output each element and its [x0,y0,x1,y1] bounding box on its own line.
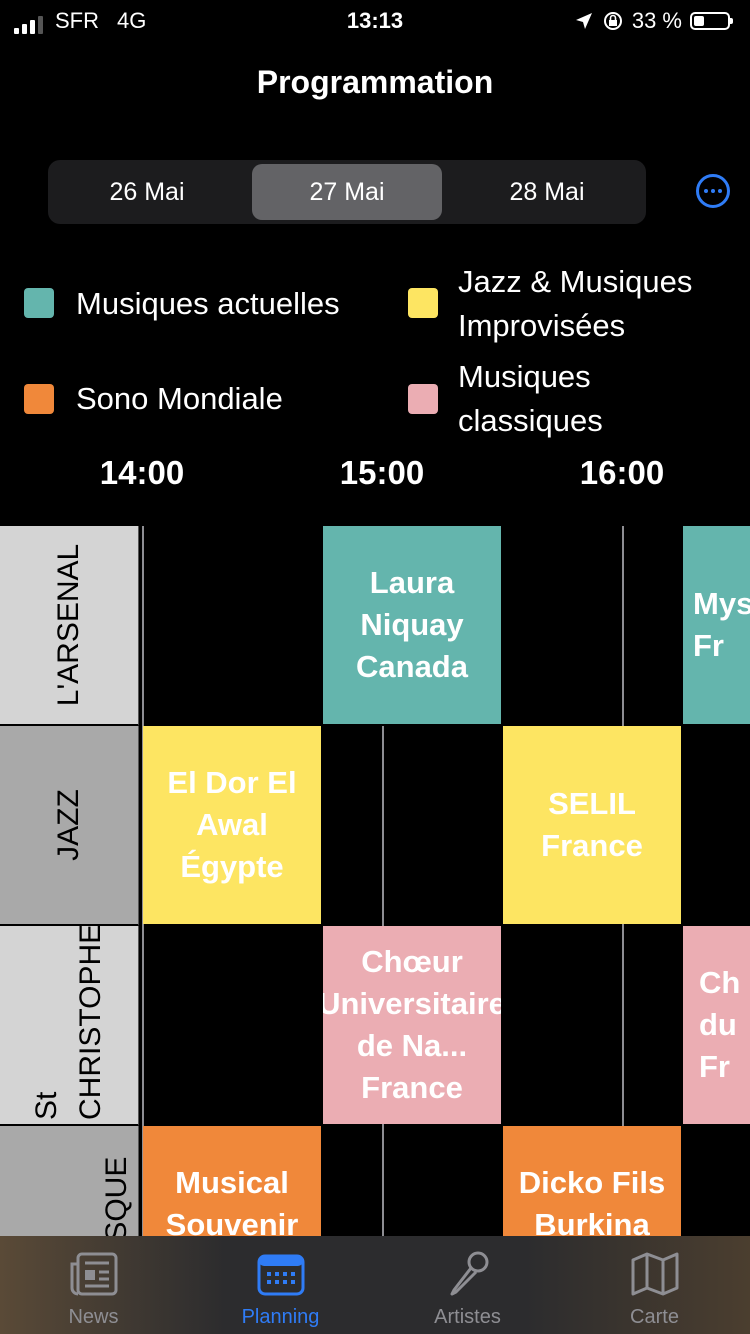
tab-label: Carte [630,1306,679,1328]
legend-label-sono-mondiale: Sono Mondiale [76,381,283,416]
battery-icon [690,12,733,30]
event-card[interactable]: Laura Niquay Canada [323,526,501,724]
legend-swatch-musiques-classiques [408,384,438,414]
room-st-christophe: St CHRISTOPHE [0,923,139,1126]
tab-artistes[interactable]: Artistes [374,1236,561,1334]
room-label-st-christophe: St CHRISTOPHE [30,923,107,1120]
status-bar: SFR 4G 13:13 33 % [0,0,750,44]
microphone-icon [450,1251,488,1296]
event-card[interactable]: Dicko Fils Burkina [503,1126,681,1236]
event-card[interactable]: Chœur Universitaire de Na... France [323,926,501,1124]
tab-carte[interactable]: Carte [561,1236,748,1334]
page-title: Programmation [256,64,494,100]
map-icon [631,1252,678,1296]
schedule-grid: L'ARSENAL JAZZ St CHRISTOPHE KIOSQUE Lau… [0,526,750,1236]
rotation-lock-icon [603,12,622,30]
tab-bar: News Planning Artistes Carte [0,1236,750,1334]
date-tab-26[interactable]: 26 Mai [52,164,242,220]
tab-news[interactable]: News [0,1236,187,1334]
event-title: Ch du Fr [699,965,741,1084]
room-arsenal: L'ARSENAL [0,526,139,726]
room-label-arsenal: L'ARSENAL [52,543,85,707]
room-label-jazz: JAZZ [52,789,85,861]
event-title: Chœur Universitaire de Na... France [323,944,501,1105]
event-title: El Dor El Awal Égypte [167,765,297,884]
time-label-14: 14:00 [99,454,185,491]
time-label-15: 15:00 [339,454,425,491]
room-jazz: JAZZ [0,726,139,926]
tab-label: Artistes [434,1306,501,1328]
more-options-icon[interactable] [696,174,730,208]
tab-label: Planning [241,1306,320,1328]
legend-swatch-musiques-actuelles [24,288,54,318]
calendar-icon [257,1254,304,1296]
room-label-kiosque: KIOSQUE [100,1156,134,1236]
tab-label: News [68,1306,119,1328]
event-title: Mys Fr [693,586,750,663]
tab-planning[interactable]: Planning [187,1236,374,1334]
location-arrow-icon [575,13,592,29]
legend-swatch-sono-mondiale [24,384,54,414]
time-label-16: 16:00 [579,454,665,491]
newspaper-icon [70,1252,117,1296]
event-title: SELIL France [541,786,643,863]
event-card[interactable]: Mys Fr [683,526,750,724]
legend-label-musiques-classiques: Musiques classiques [458,359,603,438]
legend-swatch-jazz [408,288,438,318]
event-title: Musical Souvenir [165,1165,299,1236]
event-card[interactable]: SELIL France [503,726,681,924]
battery-percent: 33 % [631,8,682,33]
date-selector: 26 Mai 27 Mai 28 Mai [48,160,646,224]
room-kiosque: KIOSQUE [0,1126,139,1236]
event-card[interactable]: El Dor El Awal Égypte [143,726,321,924]
event-title: Dicko Fils Burkina [518,1165,666,1236]
legend-label-musiques-actuelles: Musiques actuelles [76,286,340,321]
date-tab-28[interactable]: 28 Mai [452,164,642,220]
event-title: Laura Niquay Canada [356,565,468,684]
date-tab-27[interactable]: 27 Mai [252,164,442,220]
legend-label-jazz: Jazz & Musiques Improvisées [458,264,693,343]
event-card[interactable]: Musical Souvenir [143,1126,321,1236]
event-card[interactable]: Ch du Fr [683,926,750,1124]
